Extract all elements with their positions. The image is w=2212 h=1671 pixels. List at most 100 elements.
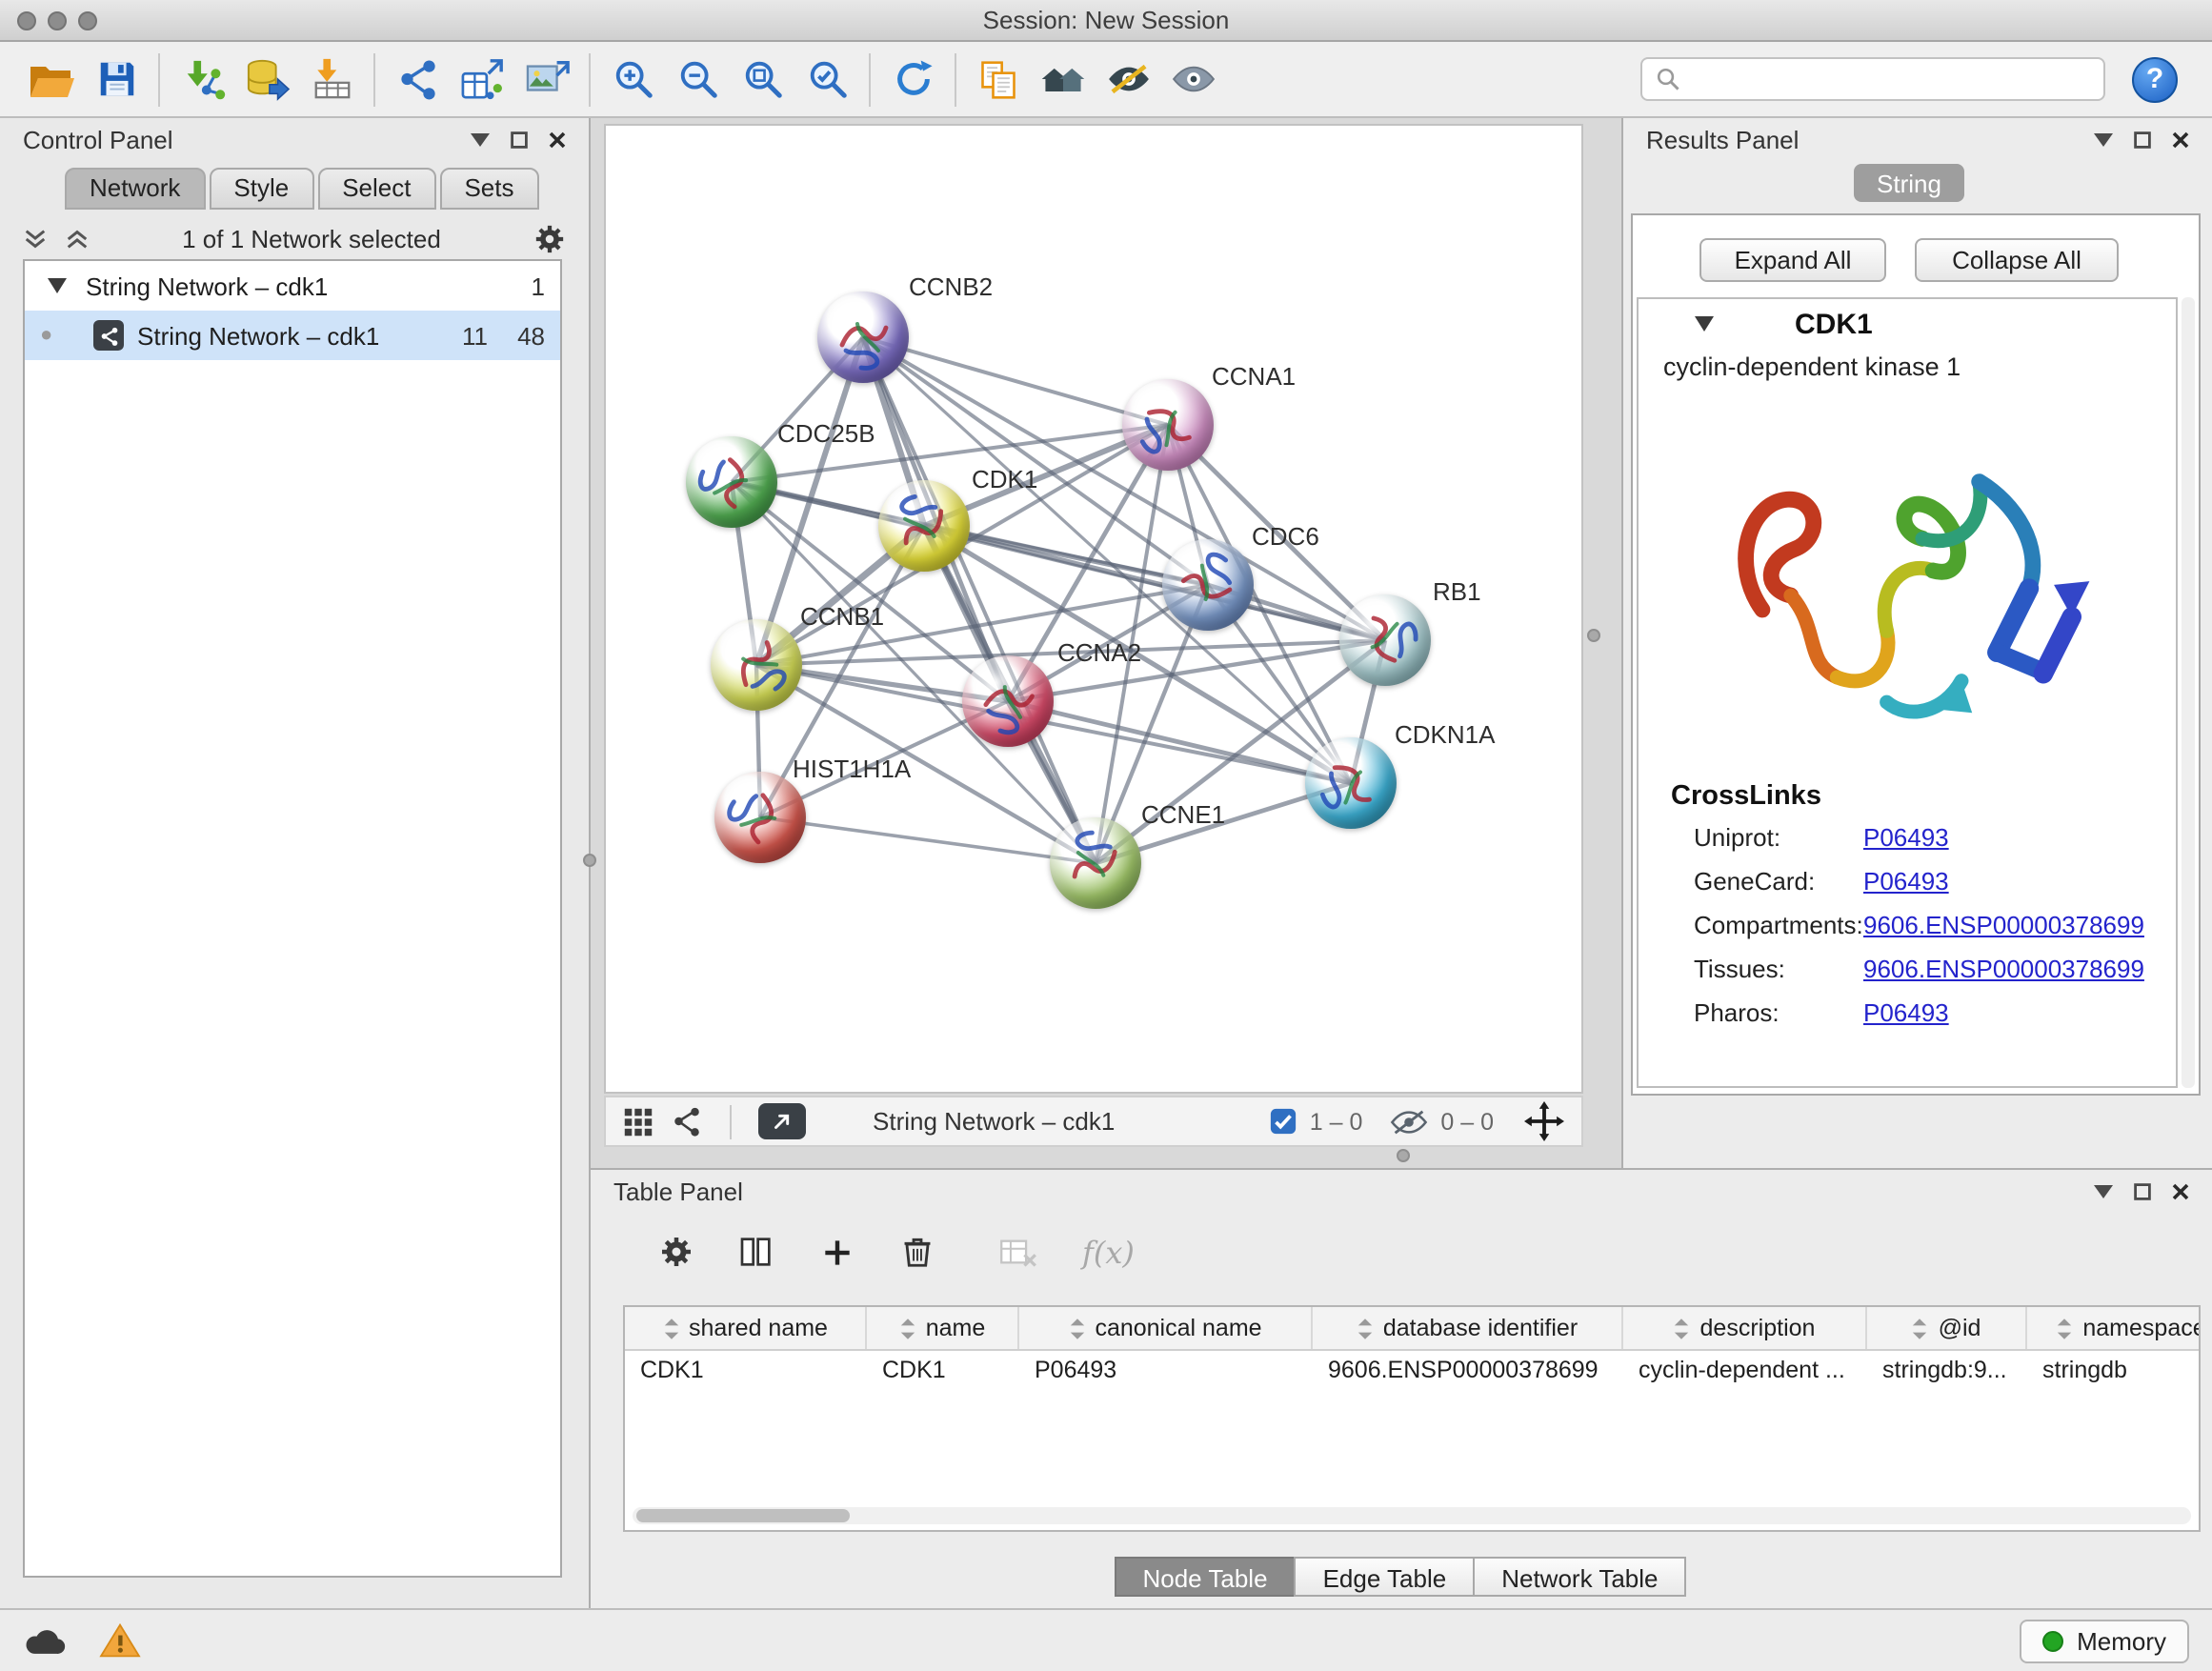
gene-section-header[interactable]: CDK1 xyxy=(1639,299,2176,349)
close-panel-icon[interactable] xyxy=(549,131,566,148)
table-cell[interactable]: CDK1 xyxy=(867,1351,1019,1389)
delete-table-icon-disabled[interactable] xyxy=(998,1233,1038,1271)
tab-network[interactable]: Network xyxy=(65,168,205,210)
splitter-handle[interactable] xyxy=(583,854,596,867)
node-label-cdk1: CDK1 xyxy=(972,465,1037,493)
table-row[interactable]: CDK1CDK1P064939606.ENSP00000378699cyclin… xyxy=(625,1351,2199,1389)
expand-all-button[interactable]: Expand All xyxy=(1699,238,1886,282)
horizontal-scrollbar[interactable] xyxy=(633,1507,2191,1524)
network-collection-row[interactable]: String Network – cdk1 1 xyxy=(25,261,560,311)
open-session-button[interactable] xyxy=(19,49,84,110)
save-session-button[interactable] xyxy=(84,49,149,110)
float-panel-icon[interactable] xyxy=(471,132,490,146)
tab-string[interactable]: String xyxy=(1854,164,1964,202)
network-node-rb1[interactable] xyxy=(1339,594,1431,686)
zoom-in-button[interactable] xyxy=(600,49,665,110)
tab-node-table[interactable]: Node Table xyxy=(1114,1557,1296,1597)
disclosure-triangle-icon[interactable] xyxy=(48,278,67,293)
results-scrollbar[interactable] xyxy=(2182,297,2195,1088)
column-header-@id[interactable]: @id xyxy=(1867,1307,2027,1349)
copy-document-button[interactable] xyxy=(966,49,1031,110)
splitter-handle[interactable] xyxy=(1587,629,1600,642)
scrollbar-thumb[interactable] xyxy=(636,1509,850,1522)
network-node-cdkn1a[interactable] xyxy=(1305,737,1397,829)
maximize-panel-icon[interactable] xyxy=(511,131,528,148)
crosslink-link[interactable]: P06493 xyxy=(1863,867,1949,896)
column-header-description[interactable]: description xyxy=(1623,1307,1867,1349)
warning-icon[interactable] xyxy=(99,1621,141,1660)
birdseye-view-icon[interactable] xyxy=(623,1106,654,1137)
memory-button[interactable]: Memory xyxy=(2020,1619,2189,1662)
table-cell[interactable]: cyclin-dependent ... xyxy=(1623,1351,1867,1389)
table-cell[interactable]: CDK1 xyxy=(625,1351,867,1389)
float-panel-icon[interactable] xyxy=(2094,132,2113,146)
collapse-all-button[interactable]: Collapse All xyxy=(1915,238,2119,282)
show-all-button[interactable] xyxy=(1160,49,1225,110)
close-panel-icon[interactable] xyxy=(2172,131,2189,148)
column-header-shared-name[interactable]: shared name xyxy=(625,1307,867,1349)
disclosure-triangle-icon[interactable] xyxy=(1694,316,1715,332)
network-node-ccnb2[interactable] xyxy=(817,292,909,383)
close-panel-icon[interactable] xyxy=(2172,1182,2189,1199)
new-network-button[interactable] xyxy=(385,49,450,110)
tab-select[interactable]: Select xyxy=(317,168,435,210)
share-network-small-icon[interactable] xyxy=(671,1105,703,1137)
table-cell[interactable]: 9606.ENSP00000378699 xyxy=(1313,1351,1623,1389)
column-header-canonical-name[interactable]: canonical name xyxy=(1019,1307,1313,1349)
help-button[interactable]: ? xyxy=(2132,56,2178,102)
import-network-from-file-button[interactable] xyxy=(170,49,234,110)
function-builder-icon[interactable]: f(x) xyxy=(1082,1234,1135,1270)
gear-icon[interactable] xyxy=(533,222,566,254)
column-header-name[interactable]: name xyxy=(867,1307,1019,1349)
hidden-eye-slash-icon[interactable] xyxy=(1389,1106,1429,1137)
hide-selected-button[interactable] xyxy=(1096,49,1160,110)
selected-checkbox-icon[interactable] xyxy=(1270,1107,1298,1136)
splitter-handle[interactable] xyxy=(1397,1149,1410,1162)
network-node-cdc25b[interactable] xyxy=(686,436,777,528)
open-in-window-button[interactable] xyxy=(758,1103,806,1139)
network-canvas[interactable]: CCNB2CCNA1CDC25BCDK1CDC6RB1CCNB1CCNA2CDK… xyxy=(604,124,1583,1094)
network-node-ccnb1[interactable] xyxy=(711,619,802,711)
zoom-out-button[interactable] xyxy=(665,49,730,110)
table-cell[interactable]: stringdb:9... xyxy=(1867,1351,2027,1389)
table-cell[interactable]: P06493 xyxy=(1019,1351,1313,1389)
float-panel-icon[interactable] xyxy=(2094,1184,2113,1198)
network-row[interactable]: ● String Network – cdk1 11 48 xyxy=(25,311,560,360)
maximize-panel-icon[interactable] xyxy=(2134,131,2151,148)
tab-sets[interactable]: Sets xyxy=(439,168,538,210)
crosslink-link[interactable]: 9606.ENSP00000378699 xyxy=(1863,911,2144,939)
crosshair-icon[interactable] xyxy=(1524,1101,1564,1141)
import-table-from-file-button[interactable] xyxy=(299,49,364,110)
expand-all-icon[interactable] xyxy=(65,226,90,251)
delete-column-icon[interactable] xyxy=(899,1233,935,1271)
tab-network-table[interactable]: Network Table xyxy=(1473,1557,1686,1597)
network-node-ccna1[interactable] xyxy=(1122,379,1214,471)
table-cell[interactable]: stringdb xyxy=(2027,1351,2201,1389)
network-node-ccne1[interactable] xyxy=(1050,817,1141,909)
add-column-icon[interactable] xyxy=(819,1234,855,1270)
network-node-hist1h1a[interactable] xyxy=(714,772,806,863)
import-network-from-database-button[interactable] xyxy=(234,49,299,110)
network-node-cdk1[interactable] xyxy=(878,480,970,572)
column-header-database-identifier[interactable]: database identifier xyxy=(1313,1307,1623,1349)
new-network-from-table-button[interactable] xyxy=(450,49,514,110)
column-header-namespace[interactable]: namespace xyxy=(2027,1307,2201,1349)
layout-button[interactable] xyxy=(1031,49,1096,110)
network-node-ccna2[interactable] xyxy=(962,655,1054,747)
export-network-image-button[interactable] xyxy=(514,49,579,110)
gear-icon[interactable] xyxy=(659,1235,694,1269)
show-columns-icon[interactable] xyxy=(737,1233,775,1271)
crosslink-link[interactable]: 9606.ENSP00000378699 xyxy=(1863,955,2144,983)
maximize-panel-icon[interactable] xyxy=(2134,1182,2151,1199)
search-input[interactable] xyxy=(1692,63,2090,95)
cloud-icon[interactable] xyxy=(23,1624,69,1657)
zoom-fit-button[interactable] xyxy=(730,49,794,110)
refresh-view-button[interactable] xyxy=(880,49,945,110)
tab-style[interactable]: Style xyxy=(209,168,313,210)
zoom-selected-button[interactable] xyxy=(794,49,859,110)
crosslink-link[interactable]: P06493 xyxy=(1863,823,1949,852)
collapse-all-icon[interactable] xyxy=(23,226,48,251)
crosslink-link[interactable]: P06493 xyxy=(1863,998,1949,1027)
network-node-cdc6[interactable] xyxy=(1162,539,1254,631)
tab-edge-table[interactable]: Edge Table xyxy=(1295,1557,1476,1597)
